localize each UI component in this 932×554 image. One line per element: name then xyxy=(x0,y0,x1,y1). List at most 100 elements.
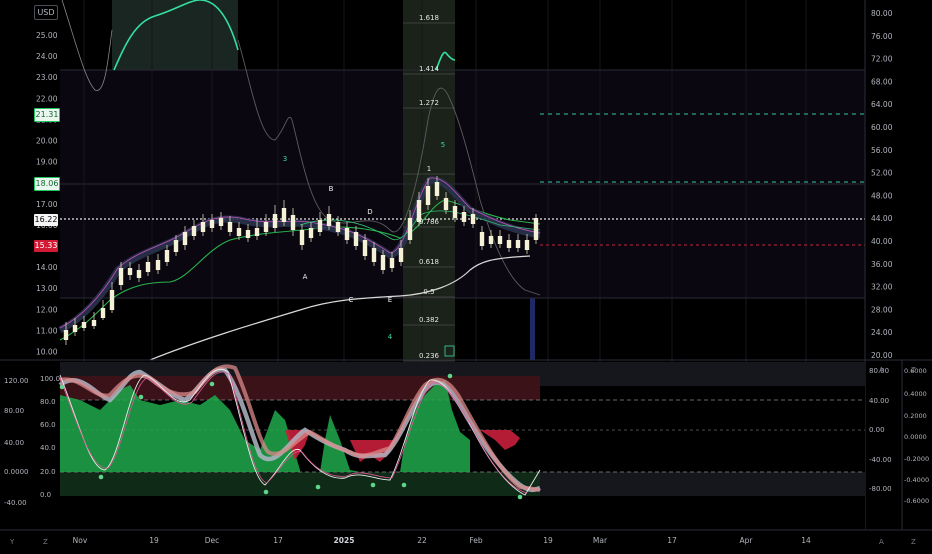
candle-body xyxy=(109,290,115,310)
candle-body xyxy=(254,228,260,236)
candle-body xyxy=(200,222,206,232)
candle-body xyxy=(353,232,359,246)
candle-body xyxy=(281,208,287,222)
candle-body xyxy=(371,248,377,262)
left-tick-label: 11.00 xyxy=(36,326,58,335)
right-tick-label: 56.00 xyxy=(871,146,893,155)
candle-body xyxy=(470,214,476,224)
fib-level-label: 0.5 xyxy=(423,288,434,296)
right-tick-label: 40.00 xyxy=(871,237,893,246)
chart-canvas[interactable]: 1.6181.4141.27210.7860.6180.50.3820.236 … xyxy=(0,0,932,550)
right-tick-label: 24.00 xyxy=(871,328,893,337)
osc-axis-left[interactable]: 120.00 80.00 40.00 0.0000 -40.00 xyxy=(4,377,29,507)
corner-z-2[interactable]: Z xyxy=(911,538,916,546)
osc-oversold-bg xyxy=(540,472,865,496)
left-tick-label: 22.00 xyxy=(36,94,58,103)
right-tick-label: 60.00 xyxy=(871,123,893,132)
left-tick-label: 12.00 xyxy=(36,305,58,314)
candle-body xyxy=(335,222,341,232)
left-tick-label: 13.00 xyxy=(36,284,58,293)
candle-body xyxy=(488,236,494,244)
time-tick-label: Dec xyxy=(205,536,220,545)
right-tick-label: 48.00 xyxy=(871,191,893,200)
left-tick-label: 23.00 xyxy=(36,73,58,82)
left-tick-label: 24.00 xyxy=(36,52,58,61)
right-tick-label: 64.00 xyxy=(871,100,893,109)
corner-z-3[interactable]: Z xyxy=(911,366,916,374)
osc-left-tick: 80.00 xyxy=(4,407,24,415)
time-tick-label: 22 xyxy=(417,536,427,545)
candle-body xyxy=(317,220,323,232)
osc-inner-tick: 20.0 xyxy=(40,468,56,476)
fib-level-label: 0.786 xyxy=(419,218,440,226)
candle-body xyxy=(425,186,431,205)
osc-signal-dot xyxy=(315,484,321,490)
candle-body xyxy=(407,218,413,240)
osc-right-tick: 40.00 xyxy=(869,397,889,405)
wave-label-e: E xyxy=(388,296,392,304)
fib-level-label: 0.382 xyxy=(419,316,439,324)
candle-body xyxy=(479,232,485,246)
osc-signal-dot xyxy=(517,494,523,500)
candle-body xyxy=(344,228,350,240)
fib-level-label: 1.272 xyxy=(419,99,439,107)
osc-right-tick: -40.00 xyxy=(869,456,892,464)
osc-signal-dot xyxy=(263,489,269,495)
price-axis-left[interactable]: 25.0024.0023.0022.0021.0020.0019.0018.00… xyxy=(36,31,58,357)
fib-level-label: 0.618 xyxy=(419,258,439,266)
osc-inner-tick: 80.0 xyxy=(40,398,56,406)
time-tick-label: 17 xyxy=(667,536,677,545)
candle-body xyxy=(182,232,188,245)
osc-signal-dot xyxy=(98,474,104,480)
osc-far-right-tick: -0.6000 xyxy=(904,497,929,505)
osc-signal-dot xyxy=(447,373,453,379)
candle-body xyxy=(263,222,269,232)
right-tick-label: 68.00 xyxy=(871,77,893,86)
price-tag-green: 18.06 xyxy=(34,177,60,191)
candle-body xyxy=(398,248,404,262)
left-tick-label: 25.00 xyxy=(36,31,58,40)
corner-y[interactable]: Y xyxy=(10,538,14,546)
candle-body xyxy=(118,268,124,285)
fib-level-label: 1 xyxy=(427,165,431,173)
time-tick-label: 19 xyxy=(149,536,159,545)
osc-axis-far-right[interactable]: 0.60000.40000.20000.0000-0.2000-0.4000-0… xyxy=(904,367,929,505)
left-tick-label: 17.00 xyxy=(36,200,58,209)
candle-body xyxy=(434,182,440,196)
right-tick-label: 76.00 xyxy=(871,32,893,41)
corner-a-2[interactable]: A xyxy=(879,366,884,374)
candle-body xyxy=(299,230,305,245)
corner-z-1[interactable]: Z xyxy=(43,538,48,546)
price-axis-right[interactable]: 80.00 76.00 72.00 68.00 64.00 60.00 56.00 52.00… xyxy=(871,9,893,360)
wave-label-3: 3 xyxy=(283,155,287,163)
osc-left-tick: 120.00 xyxy=(4,377,29,385)
candle-body xyxy=(380,255,386,270)
osc-right-tick: -80.00 xyxy=(869,485,892,493)
right-tick-label: 32.00 xyxy=(871,283,893,292)
candle-body xyxy=(127,268,133,275)
volume-bar xyxy=(530,298,535,360)
right-tick-label: 28.00 xyxy=(871,305,893,314)
osc-left-tick: -40.00 xyxy=(4,499,27,507)
osc-signal-dot xyxy=(138,394,144,400)
time-axis[interactable]: Nov 19 Dec 17 2025 22 Feb 19 Mar 17 Apr 14 xyxy=(73,536,811,545)
osc-axis-right[interactable]: 80.0040.000.00-40.00-80.00 xyxy=(869,367,892,493)
osc-far-right-tick: -0.2000 xyxy=(904,455,929,463)
candle-body xyxy=(72,325,78,332)
wave-label-4: 4 xyxy=(388,333,393,341)
price-tag-current: 16.22 xyxy=(34,214,58,226)
candle-body xyxy=(218,218,224,226)
currency-button[interactable]: USD xyxy=(34,5,58,20)
left-tick-label: 20.00 xyxy=(36,137,58,146)
wave-label-5: 5 xyxy=(441,141,445,149)
osc-signal-dot xyxy=(370,482,376,488)
corner-a-1[interactable]: A xyxy=(879,538,884,546)
right-tick-label: 20.00 xyxy=(871,351,893,360)
right-tick-label: 52.00 xyxy=(871,169,893,178)
candle-body xyxy=(236,228,242,236)
left-tick-label: 19.00 xyxy=(36,158,58,167)
osc-far-right-tick: -0.4000 xyxy=(904,476,929,484)
price-tag-red: 15.33 xyxy=(34,240,58,252)
osc-axis-inner: 100.0 80.0 60.0 40.0 20.0 0.0 xyxy=(40,375,60,499)
candle-body xyxy=(145,262,151,272)
